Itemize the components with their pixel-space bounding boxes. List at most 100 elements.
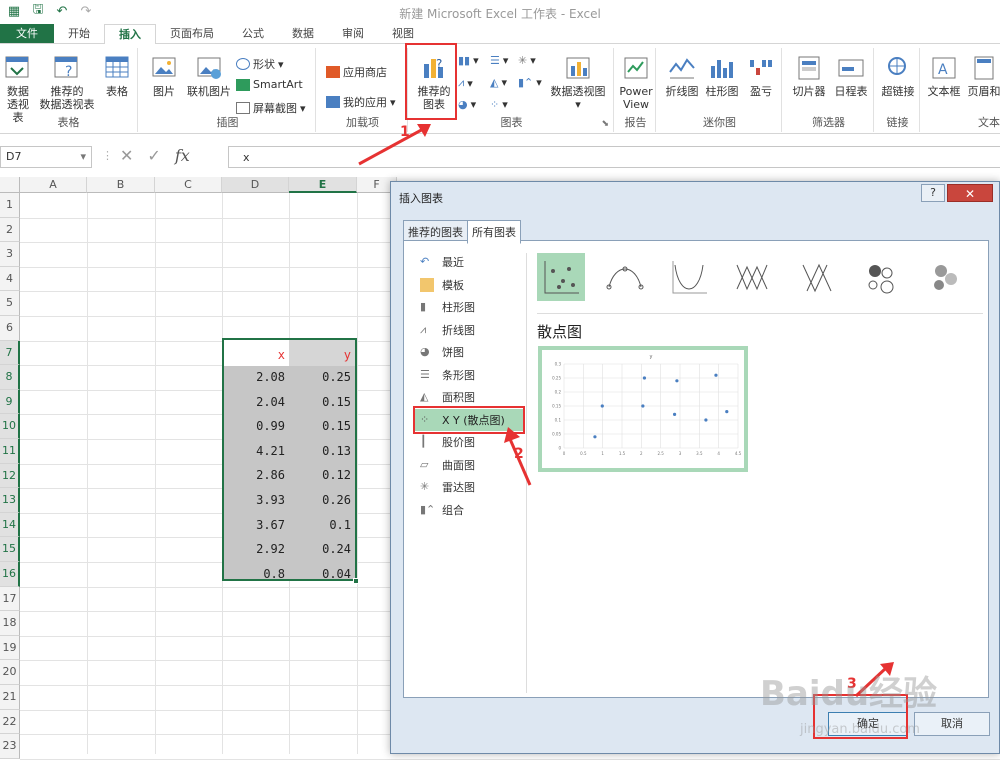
formula-input[interactable]: x bbox=[228, 146, 1000, 168]
name-box-dropdown-icon[interactable]: ▾ bbox=[80, 150, 86, 163]
col-header-d[interactable]: D bbox=[222, 177, 289, 193]
my-apps-button[interactable]: 我的应用 ▾ bbox=[326, 94, 396, 110]
chart-preview[interactable]: y0.30.250.20.150.10.05000.511.522.533.54… bbox=[538, 346, 748, 472]
cell-x-value[interactable]: 2.04 bbox=[224, 395, 289, 409]
row-header-9[interactable]: 9 bbox=[0, 390, 20, 415]
cell-y-value[interactable]: 0.26 bbox=[289, 493, 355, 507]
col-header-a[interactable]: A bbox=[20, 177, 87, 193]
tab-file[interactable]: 文件 bbox=[0, 24, 54, 43]
row-header-2[interactable]: 2 bbox=[0, 218, 20, 243]
cell-x-value[interactable]: 0.8 bbox=[224, 567, 289, 581]
sparkline-column-button[interactable]: 柱形图 bbox=[704, 54, 740, 98]
chart-type-templates[interactable]: 模板 bbox=[414, 274, 524, 297]
row-header-23[interactable]: 23 bbox=[0, 734, 20, 759]
column-chart-button[interactable]: ▮▮▾ bbox=[458, 54, 479, 67]
row-header-6[interactable]: 6 bbox=[0, 316, 20, 341]
cell-x-value[interactable]: 2.86 bbox=[224, 468, 289, 482]
chart-type-recent[interactable]: ↶最近 bbox=[414, 251, 524, 274]
chart-type-pie[interactable]: ◕饼图 bbox=[414, 341, 524, 364]
row-header-5[interactable]: 5 bbox=[0, 291, 20, 316]
row-header-16[interactable]: 16 bbox=[0, 562, 20, 587]
hyperlink-button[interactable]: 超链接 bbox=[878, 54, 918, 98]
subtype-bubble[interactable] bbox=[857, 253, 905, 301]
timeline-button[interactable]: 日程表 bbox=[832, 54, 870, 98]
row-header-20[interactable]: 20 bbox=[0, 660, 20, 685]
cell-y-value[interactable]: 0.25 bbox=[289, 370, 355, 384]
col-header-c[interactable]: C bbox=[155, 177, 222, 193]
table-button[interactable]: 表格 bbox=[100, 54, 134, 98]
combo-chart-button[interactable]: ▮⌃▾ bbox=[518, 76, 542, 89]
sparkline-winloss-button[interactable]: 盈亏 bbox=[746, 54, 776, 98]
row-header-3[interactable]: 3 bbox=[0, 242, 20, 267]
tab-data[interactable]: 数据 bbox=[278, 24, 328, 43]
chart-type-column[interactable]: ▮柱形图 bbox=[414, 296, 524, 319]
radar-chart-button[interactable]: ✳▾ bbox=[518, 54, 536, 67]
online-pictures-button[interactable]: 联机图片 bbox=[184, 54, 234, 98]
subtype-straight[interactable] bbox=[793, 253, 841, 301]
cancel-icon[interactable]: ✕ bbox=[120, 146, 133, 165]
pictures-button[interactable]: 图片 bbox=[146, 54, 182, 98]
subtype-smooth[interactable] bbox=[665, 253, 713, 301]
charts-dialog-launcher-icon[interactable]: ⬊ bbox=[601, 119, 609, 129]
bar-chart-button[interactable]: ☰▾ bbox=[490, 54, 508, 67]
tab-all-charts[interactable]: 所有图表 bbox=[467, 220, 521, 244]
cell-x-value[interactable]: 3.67 bbox=[224, 518, 289, 532]
row-header-12[interactable]: 12 bbox=[0, 464, 20, 489]
cell-y-value[interactable]: 0.15 bbox=[289, 419, 355, 433]
cell-y-value[interactable]: 0.12 bbox=[289, 468, 355, 482]
cell-d7-header-x[interactable]: x bbox=[224, 348, 289, 362]
cell-e7-header-y[interactable]: y bbox=[289, 348, 355, 362]
cell-y-value[interactable]: 0.24 bbox=[289, 542, 355, 556]
scatter-chart-button[interactable]: ⁘▾ bbox=[490, 98, 508, 111]
cell-x-value[interactable]: 4.21 bbox=[224, 444, 289, 458]
row-header-15[interactable]: 15 bbox=[0, 537, 20, 562]
cell-y-value[interactable]: 0.04 bbox=[289, 567, 355, 581]
store-button[interactable]: 应用商店 bbox=[326, 64, 387, 80]
tab-home[interactable]: 开始 bbox=[54, 24, 104, 43]
tab-page-layout[interactable]: 页面布局 bbox=[156, 24, 228, 43]
header-footer-button[interactable]: 页眉和 bbox=[966, 54, 1000, 98]
help-icon[interactable]: ? bbox=[921, 184, 945, 202]
cell-y-value[interactable]: 0.15 bbox=[289, 395, 355, 409]
tab-insert[interactable]: 插入 bbox=[104, 24, 156, 45]
row-header-7[interactable]: 7 bbox=[0, 341, 20, 366]
textbox-button[interactable]: A 文本框 bbox=[926, 54, 962, 98]
tab-view[interactable]: 视图 bbox=[378, 24, 428, 43]
cell-x-value[interactable]: 3.93 bbox=[224, 493, 289, 507]
cell-y-value[interactable]: 0.13 bbox=[289, 444, 355, 458]
row-header-8[interactable]: 8 bbox=[0, 365, 20, 390]
tab-formulas[interactable]: 公式 bbox=[228, 24, 278, 43]
row-header-13[interactable]: 13 bbox=[0, 488, 20, 513]
enter-icon[interactable]: ✓ bbox=[147, 146, 160, 165]
cell-x-value[interactable]: 2.08 bbox=[224, 370, 289, 384]
cell-x-value[interactable]: 2.92 bbox=[224, 542, 289, 556]
row-header-17[interactable]: 17 bbox=[0, 587, 20, 612]
row-header-18[interactable]: 18 bbox=[0, 611, 20, 636]
row-header-10[interactable]: 10 bbox=[0, 414, 20, 439]
cell-x-value[interactable]: 0.99 bbox=[224, 419, 289, 433]
shapes-button[interactable]: 形状 ▾ bbox=[236, 56, 284, 72]
line-chart-button[interactable]: ⩘▾ bbox=[458, 76, 473, 90]
close-icon[interactable]: ✕ bbox=[947, 184, 993, 202]
col-header-e[interactable]: E bbox=[289, 177, 357, 193]
row-header-14[interactable]: 14 bbox=[0, 513, 20, 538]
insert-function-icon[interactable]: fx bbox=[175, 146, 190, 165]
power-view-button[interactable]: PowerView bbox=[618, 54, 654, 111]
sparkline-line-button[interactable]: 折线图 bbox=[664, 54, 700, 98]
tab-review[interactable]: 审阅 bbox=[328, 24, 378, 43]
select-all-corner[interactable] bbox=[0, 177, 20, 193]
name-box[interactable]: D7▾ bbox=[0, 146, 92, 168]
subtype-3d-bubble[interactable] bbox=[921, 253, 969, 301]
area-chart-button[interactable]: ◭▾ bbox=[490, 76, 507, 89]
subtype-straight-markers[interactable] bbox=[729, 253, 777, 301]
row-header-4[interactable]: 4 bbox=[0, 267, 20, 292]
slicer-button[interactable]: 切片器 bbox=[790, 54, 828, 98]
recommended-pivot-button[interactable]: ? 推荐的数据透视表 bbox=[38, 54, 96, 111]
pivot-chart-button[interactable]: 数据透视图 ▾ bbox=[548, 54, 608, 111]
row-header-21[interactable]: 21 bbox=[0, 685, 20, 710]
smartart-button[interactable]: SmartArt bbox=[236, 78, 303, 91]
cell-y-value[interactable]: 0.1 bbox=[289, 518, 355, 532]
chart-type-line[interactable]: ⩘折线图 bbox=[414, 319, 524, 342]
cancel-button[interactable]: 取消 bbox=[914, 712, 990, 736]
pie-chart-button[interactable]: ◕▾ bbox=[458, 98, 476, 111]
